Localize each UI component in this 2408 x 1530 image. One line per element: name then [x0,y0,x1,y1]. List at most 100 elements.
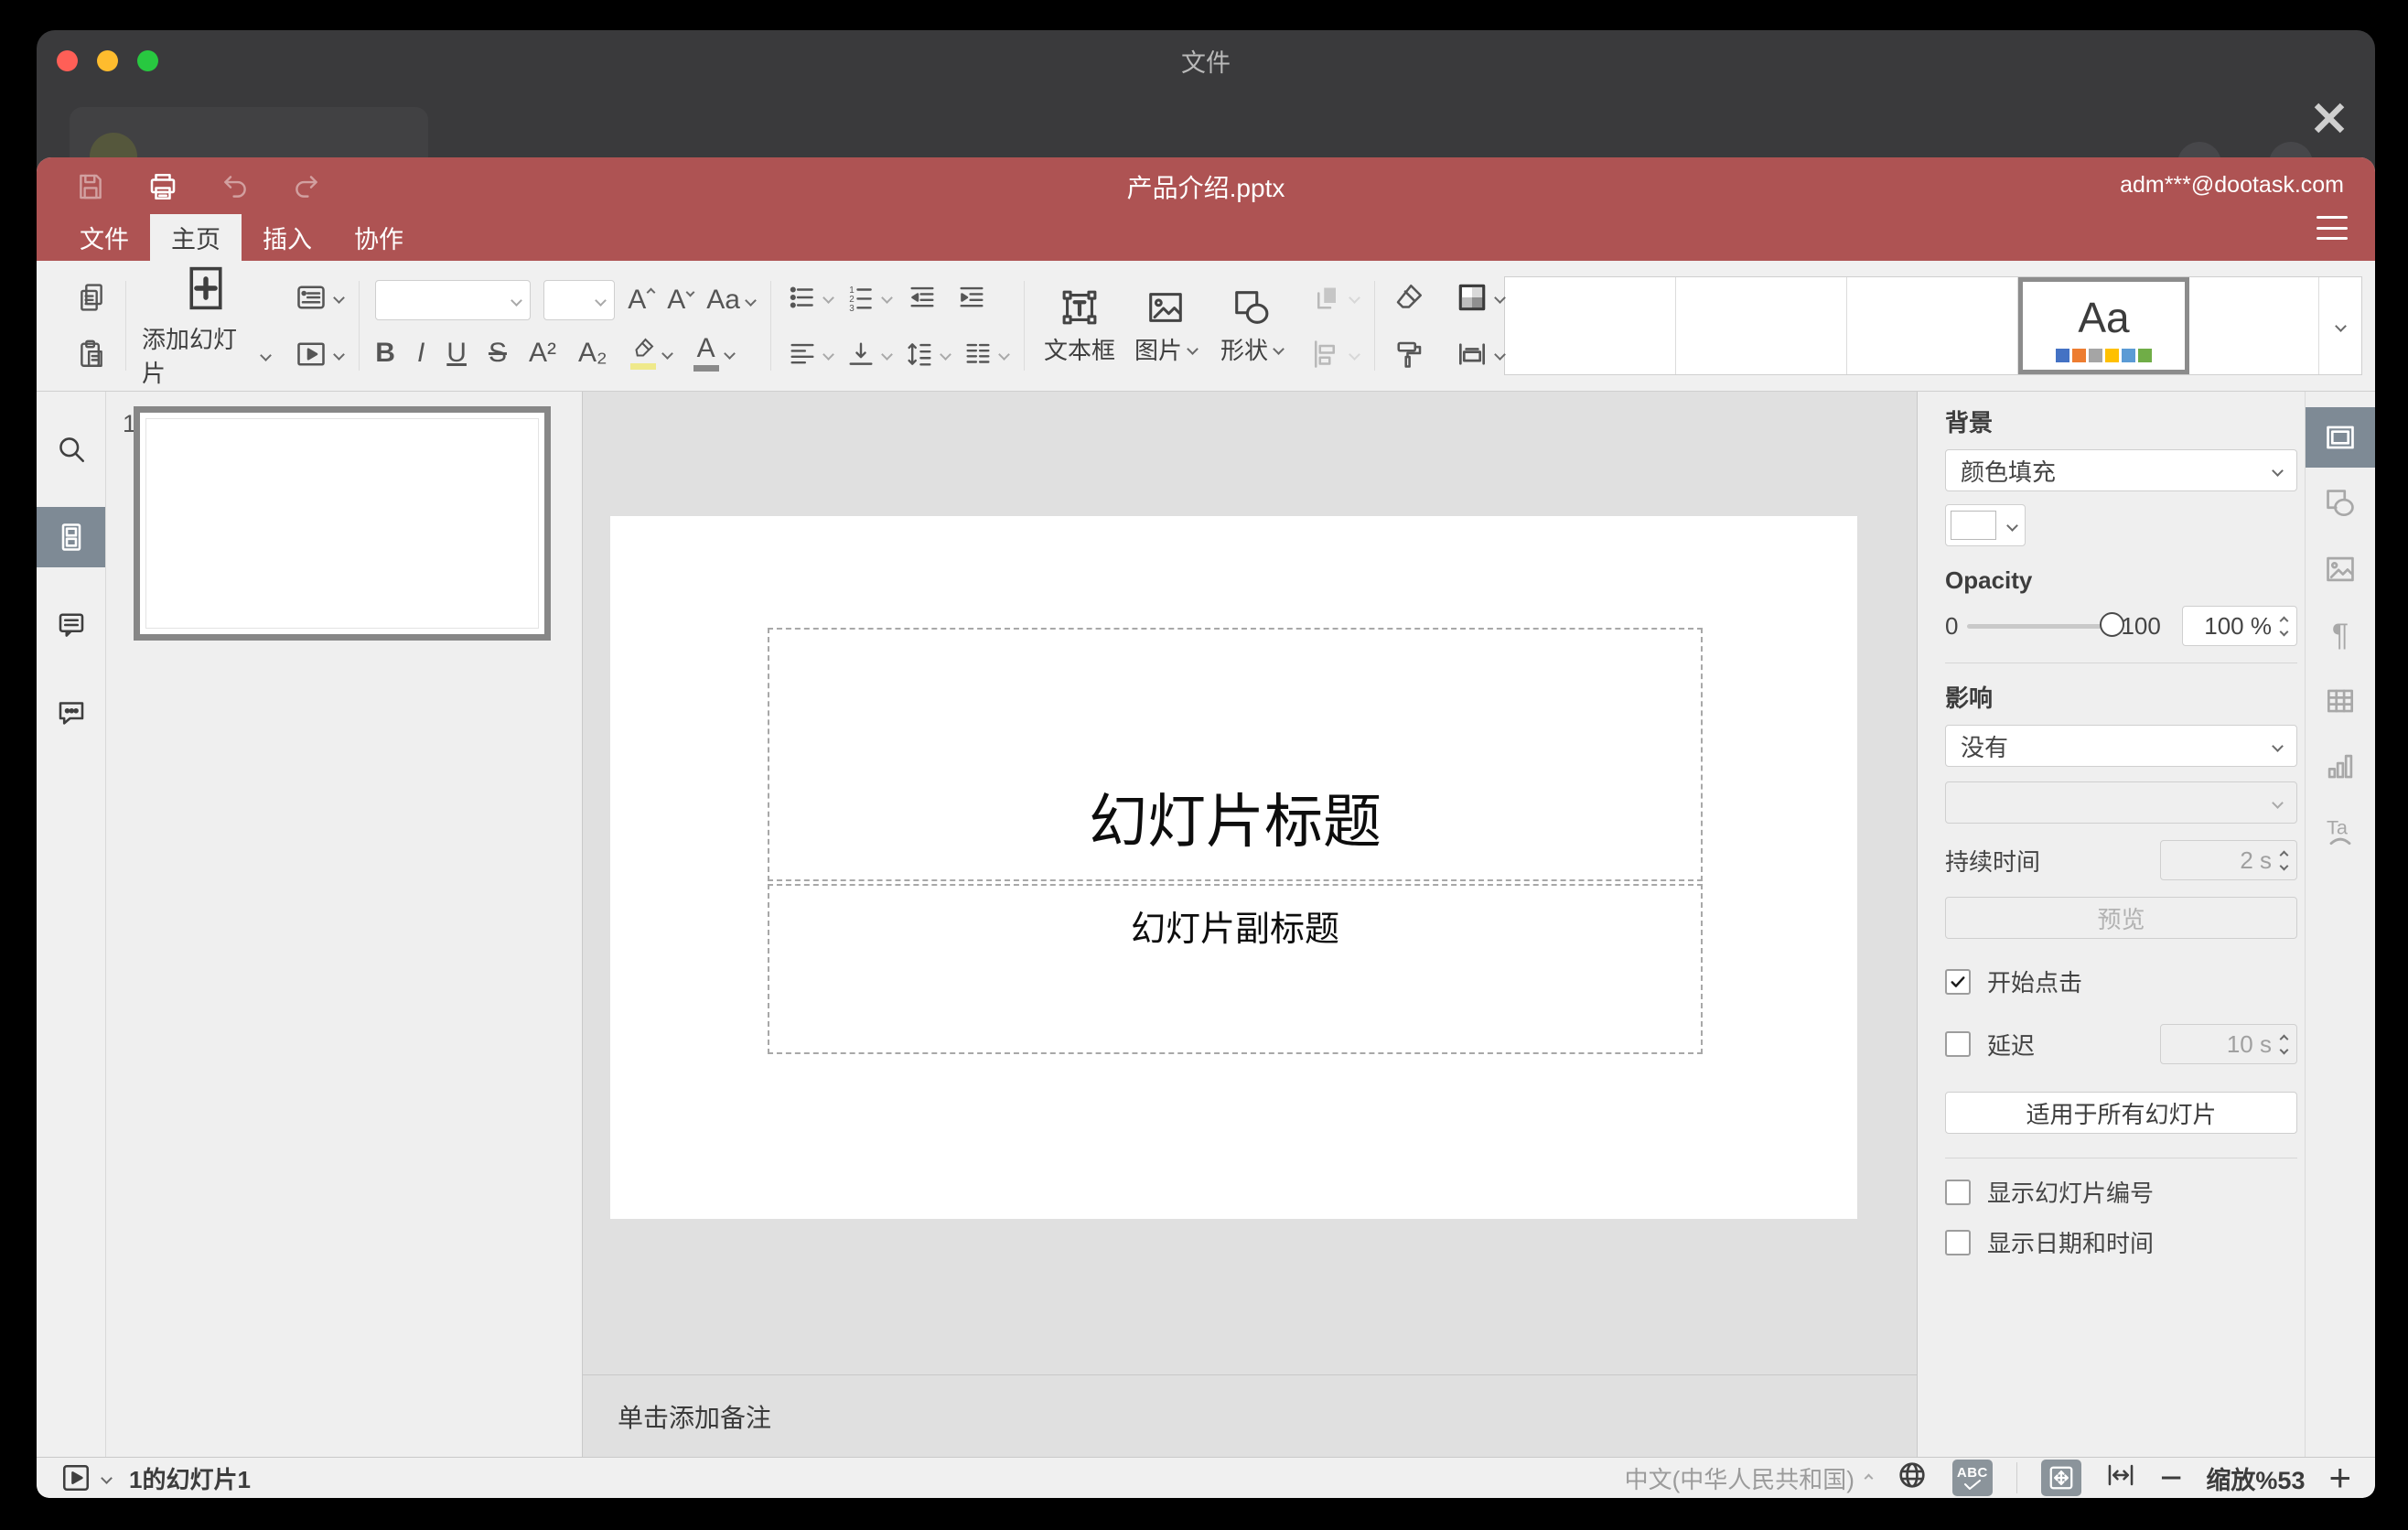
start-slideshow-status-icon[interactable] [60,1462,113,1493]
superscript-button[interactable]: A² [529,338,556,369]
opacity-max: 100 [2121,611,2161,640]
document-language-icon[interactable] [1896,1459,1929,1498]
delay-checkbox[interactable] [1945,1031,1971,1057]
opacity-slider[interactable] [1967,611,2125,637]
copy-style-icon[interactable] [1391,333,1427,375]
background-fill-dropdown[interactable]: 颜色填充 [1945,449,2297,491]
strikethrough-button[interactable]: S [489,338,507,369]
apply-to-all-slides-button[interactable]: 适用于所有幻灯片 [1945,1092,2297,1134]
numbered-list-icon[interactable]: 123 [845,276,893,318]
insert-image-button[interactable]: 图片 [1126,286,1205,366]
start-on-click-checkbox-checked[interactable] [1945,968,1971,995]
arrange-shapes-icon[interactable] [1311,276,1360,318]
change-case-icon[interactable]: Aa [706,285,757,316]
slide-layout-icon[interactable] [294,276,346,318]
start-slideshow-icon[interactable] [294,333,346,375]
theme-gallery-expand-icon[interactable] [2318,277,2361,374]
effect-type-dropdown[interactable] [1945,781,2297,824]
tab-home[interactable]: 主页 [150,214,242,261]
slide-subtitle-placeholder[interactable]: 幻灯片副标题 [768,884,1703,1054]
underline-button[interactable]: U [446,338,467,369]
fit-to-slide-icon[interactable] [2040,1460,2081,1496]
show-slide-number-checkbox[interactable] [1945,1179,1971,1205]
theme-option[interactable] [2189,277,2318,374]
table-settings-icon[interactable] [2306,671,2375,731]
bold-button[interactable]: B [375,338,395,369]
tab-insert[interactable]: 插入 [242,214,333,261]
slide-title-placeholder[interactable]: 幻灯片标题 [768,628,1703,881]
opacity-spinner[interactable]: 100 % [2182,606,2297,646]
paragraph-settings-icon[interactable]: ¶ [2306,605,2375,665]
theme-option[interactable] [1505,277,1676,374]
delay-label: 延迟 [1987,1031,2036,1060]
paste-icon[interactable] [73,333,110,375]
insert-shape-button[interactable]: 形状 [1212,286,1291,366]
bullet-list-icon[interactable] [787,276,834,318]
duration-spinner[interactable]: 2 s [2160,840,2297,880]
clear-style-icon[interactable] [1391,276,1427,318]
menu-icon[interactable] [2317,216,2348,240]
theme-option[interactable] [1847,277,2018,374]
font-name-input[interactable] [375,280,532,320]
duration-label: 持续时间 [1945,847,2041,876]
font-size-input[interactable] [543,280,616,320]
decrease-font-icon[interactable]: A [667,285,695,316]
increase-indent-icon[interactable] [953,276,990,318]
highlight-color-icon[interactable] [629,337,673,370]
language-selector[interactable]: 中文(中华人民共和国) [1625,1461,1874,1495]
show-slide-number-row[interactable]: 显示幻灯片编号 [1945,1175,2297,1209]
font-color-icon[interactable]: A [693,335,736,372]
chat-icon[interactable] [37,683,105,743]
zoom-in-icon[interactable]: + [2328,1459,2351,1497]
delay-row[interactable]: 延迟 10 s [1945,1024,2297,1064]
copy-icon[interactable] [73,276,110,318]
slide-size-icon[interactable] [1455,333,1506,375]
delay-spinner[interactable]: 10 s [2160,1024,2297,1064]
horizontal-align-icon[interactable] [787,333,834,375]
preview-button[interactable]: 预览 [1945,897,2297,939]
italic-button[interactable]: I [417,338,425,369]
theme-option[interactable] [1676,277,1847,374]
slides-panel-icon[interactable] [37,507,105,567]
spell-check-icon[interactable]: ABC [1951,1460,1993,1496]
ribbon-tabs: 文件 主页 插入 协作 [37,214,2375,261]
redo-icon[interactable] [291,171,322,207]
start-on-click-row[interactable]: 开始点击 [1945,964,2297,998]
slide-thumbnail-1[interactable] [134,406,551,641]
slide-thumbnails-panel: 1 [106,392,583,1457]
chart-settings-icon[interactable] [2306,737,2375,797]
show-date-time-row[interactable]: 显示日期和时间 [1945,1225,2297,1259]
editor-header: 产品介绍.pptx adm***@dootask.com 文件 主页 插入 协作 [37,157,2375,261]
tab-file[interactable]: 文件 [59,214,150,261]
slide-theme-colors-icon[interactable] [1455,276,1506,318]
save-icon[interactable] [75,171,106,207]
image-settings-icon[interactable] [2306,539,2375,599]
vertical-align-icon[interactable] [845,333,893,375]
slide-settings-icon[interactable] [2306,407,2375,468]
theme-option-selected[interactable]: Aa [2018,277,2189,374]
decrease-indent-icon[interactable] [904,276,941,318]
show-date-time-checkbox[interactable] [1945,1229,1971,1255]
zoom-out-icon[interactable]: − [2160,1459,2183,1497]
columns-icon[interactable] [962,333,1010,375]
subscript-button[interactable]: A₂ [578,338,607,369]
text-art-settings-icon[interactable]: Ta [2306,803,2375,863]
fit-to-width-icon[interactable] [2105,1460,2136,1497]
shape-settings-icon[interactable] [2306,473,2375,533]
background-color-picker[interactable] [1945,504,2026,546]
print-icon[interactable] [146,170,179,208]
add-slide-button[interactable]: 添加幻灯片 [142,263,273,389]
undo-icon[interactable] [220,171,251,207]
show-date-time-label: 显示日期和时间 [1987,1230,2155,1257]
text-box-button[interactable]: 文本框 [1040,286,1119,366]
tab-collaboration[interactable]: 协作 [333,214,425,261]
line-spacing-icon[interactable] [904,333,951,375]
notes-area[interactable]: 单击添加备注 [583,1374,1917,1457]
comments-icon[interactable] [37,595,105,655]
slide[interactable]: 幻灯片标题 幻灯片副标题 [610,516,1857,1219]
close-icon[interactable] [2307,96,2351,140]
search-icon[interactable] [37,419,105,479]
effect-dropdown[interactable]: 没有 [1945,725,2297,767]
align-shapes-icon[interactable] [1311,333,1360,375]
increase-font-icon[interactable]: A [628,285,656,316]
